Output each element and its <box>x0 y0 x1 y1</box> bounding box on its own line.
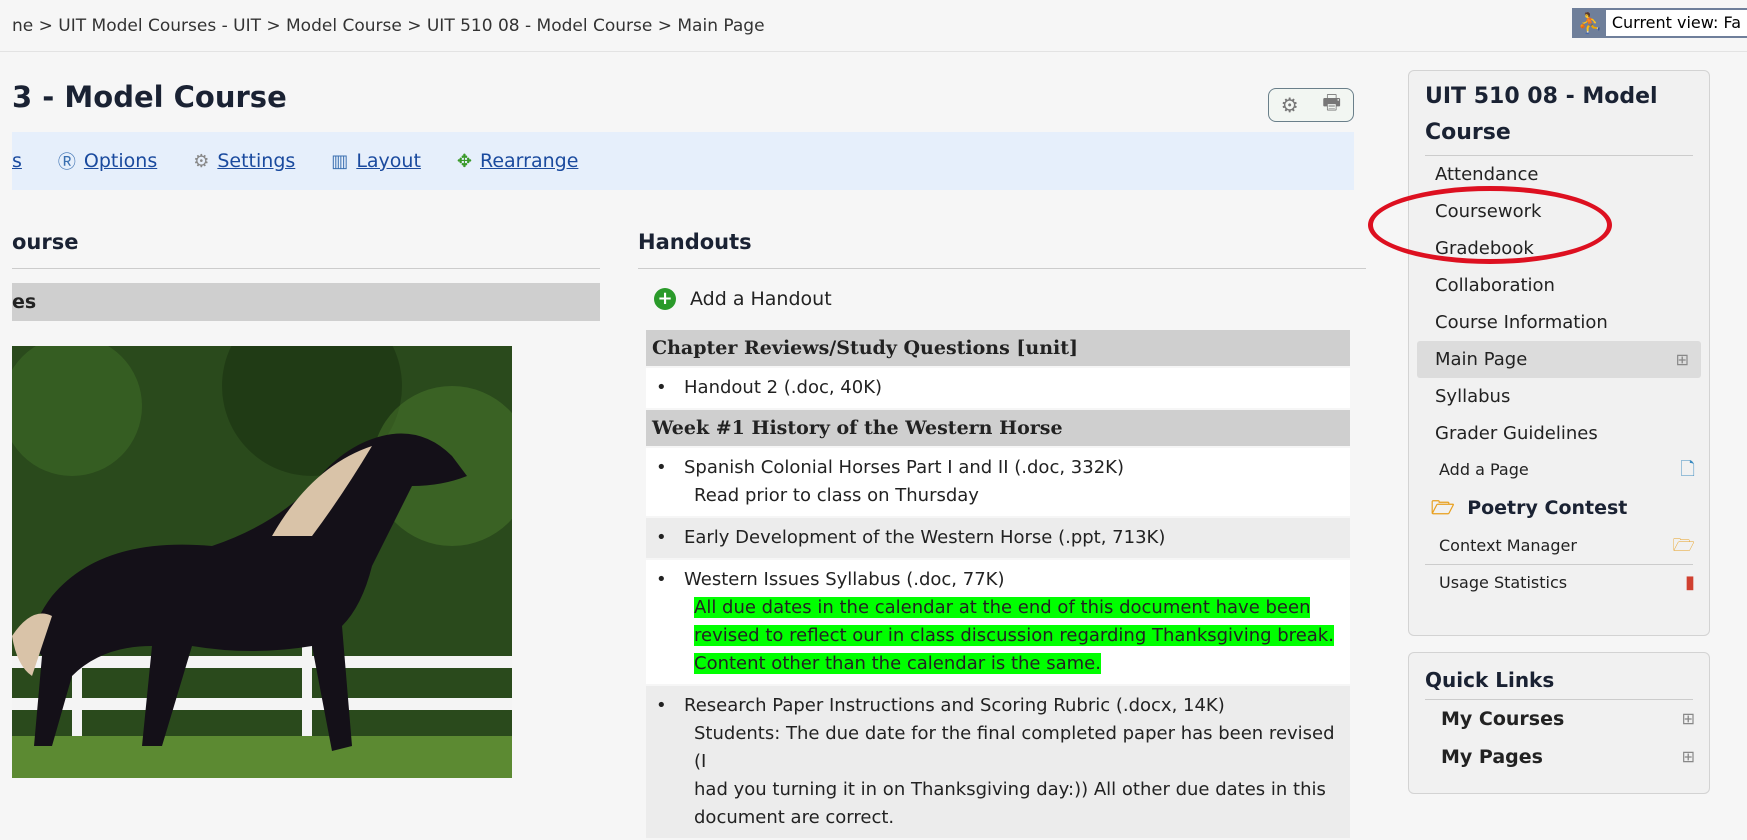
folder-icon: 🗁 <box>1431 497 1455 519</box>
list-item: • Early Development of the Western Horse… <box>646 518 1350 558</box>
handout-link[interactable]: Research Paper Instructions and Scoring … <box>684 692 1342 720</box>
quick-link-label: My Courses <box>1441 708 1565 730</box>
horse-image <box>12 346 512 778</box>
list-item: • Research Paper Instructions and Scorin… <box>646 686 1350 838</box>
expand-icon[interactable]: ⊞ <box>1676 341 1689 378</box>
list-item: • Handout 2 (.doc, 40K) <box>646 368 1350 408</box>
poetry-contest-label: Poetry Contest <box>1467 497 1628 519</box>
context-manager-label: Context Manager <box>1439 536 1577 555</box>
usage-statistics-label: Usage Statistics <box>1439 573 1568 592</box>
annotation-circle <box>1368 186 1612 264</box>
expand-icon[interactable]: ⊞ <box>1682 738 1695 776</box>
layout-link[interactable]: Layout <box>356 150 421 172</box>
bullet: • <box>656 527 667 548</box>
list-item: • Spanish Colonial Horses Part I and II … <box>646 448 1350 516</box>
add-page-icon: 🗋 <box>1680 459 1695 480</box>
course-toolbar: s Ⓡ Options ⚙ Settings ▥ Layout ✥ Rearra… <box>12 132 1354 190</box>
add-handout-label: Add a Handout <box>690 288 832 310</box>
page-title: 3 - Model Course <box>12 80 287 114</box>
bar-chart-icon: ▮ <box>1685 572 1695 593</box>
title-tools: ⚙ 🖶 <box>1268 88 1354 122</box>
sidebar-title: UIT 510 08 - Model Course <box>1425 79 1693 156</box>
current-view-badge[interactable]: ⛹ Current view: Fa <box>1571 8 1747 38</box>
print-icon[interactable]: 🖶 <box>1322 88 1341 122</box>
handout-list: Chapter Reviews/Study Questions [unit] •… <box>646 330 1350 840</box>
people-icon: ⛹ <box>1577 11 1603 35</box>
bullet: • <box>656 695 667 716</box>
quick-link-label: My Pages <box>1441 746 1543 768</box>
bullet: • <box>656 377 667 398</box>
plus-icon: + <box>654 288 676 310</box>
expand-icon[interactable]: ⊞ <box>1682 700 1695 738</box>
highlighted-note: revised to reflect our in class discussi… <box>694 625 1334 646</box>
handout-note: document are correct. <box>694 807 895 828</box>
partial-link[interactable]: s <box>12 150 22 172</box>
highlighted-note: All due dates in the calendar at the end… <box>694 597 1311 618</box>
usage-statistics-link[interactable]: Usage Statistics ▮ <box>1409 565 1709 601</box>
context-manager-link[interactable]: Context Manager 🗁 <box>1409 528 1709 564</box>
handout-note: Students: The due date for the final com… <box>694 723 1335 772</box>
breadcrumb[interactable]: ne > UIT Model Courses - UIT > Model Cou… <box>0 0 1747 52</box>
handout-note: had you turning it in on Thanksgiving da… <box>694 779 1326 800</box>
poetry-contest-link[interactable]: 🗁 Poetry Contest <box>1409 488 1709 528</box>
handout-link[interactable]: Western Issues Syllabus (.doc, 77K) <box>684 566 1342 594</box>
handout-section-header: Chapter Reviews/Study Questions [unit] <box>646 330 1350 366</box>
bullet: • <box>656 569 667 590</box>
toolbar-layout[interactable]: ▥ Layout <box>331 150 421 172</box>
handout-link[interactable]: Spanish Colonial Horses Part I and II (.… <box>684 454 1342 482</box>
current-view-label: Current view: Fa <box>1605 10 1747 36</box>
left-column-bar: es <box>12 283 600 321</box>
list-item: • Western Issues Syllabus (.doc, 77K) Al… <box>646 560 1350 684</box>
quick-link-my-courses[interactable]: My Courses ⊞ <box>1409 700 1709 738</box>
add-page-link[interactable]: Add a Page 🗋 <box>1409 452 1709 488</box>
sidebar-item-collaboration[interactable]: Collaboration <box>1409 267 1709 304</box>
settings-link[interactable]: Settings <box>217 150 295 172</box>
quick-links-panel: Quick Links My Courses ⊞ My Pages ⊞ <box>1408 652 1710 794</box>
add-page-label: Add a Page <box>1439 460 1529 479</box>
quick-links-title: Quick Links <box>1425 661 1693 700</box>
sidebar-item-grader-guidelines[interactable]: Grader Guidelines <box>1409 415 1709 452</box>
handout-link[interactable]: Handout 2 (.doc, 40K) <box>684 377 882 398</box>
bullet: • <box>656 457 667 478</box>
layout-icon: ▥ <box>331 150 349 172</box>
options-icon: Ⓡ <box>57 152 76 173</box>
add-handout-button[interactable]: + Add a Handout <box>654 288 832 310</box>
handout-section-header: Week #1 History of the Western Horse <box>646 410 1350 446</box>
handouts-heading: Handouts <box>638 230 1366 269</box>
toolbar-rearrange[interactable]: ✥ Rearrange <box>457 150 579 172</box>
sidebar-item-label: Main Page <box>1435 349 1528 370</box>
toolbar-options[interactable]: Ⓡ Options <box>58 148 157 174</box>
rearrange-icon: ✥ <box>456 150 472 172</box>
left-column-heading: ourse <box>12 230 600 269</box>
handout-note: Read prior to class on Thursday <box>694 485 979 506</box>
sidebar-item-main-page[interactable]: Main Page ⊞ <box>1417 341 1701 378</box>
sidebar-item-course-information[interactable]: Course Information <box>1409 304 1709 341</box>
gear-icon: ⚙ <box>193 150 210 172</box>
folder-add-icon: 🗁 <box>1672 535 1695 556</box>
highlighted-note: Content other than the calendar is the s… <box>694 653 1101 674</box>
quick-link-my-pages[interactable]: My Pages ⊞ <box>1409 738 1709 776</box>
gear-icon[interactable]: ⚙ <box>1281 93 1299 117</box>
sidebar-item-syllabus[interactable]: Syllabus <box>1409 378 1709 415</box>
toolbar-settings[interactable]: ⚙ Settings <box>193 150 295 172</box>
handout-link[interactable]: Early Development of the Western Horse (… <box>684 527 1165 548</box>
rearrange-link[interactable]: Rearrange <box>480 150 578 172</box>
course-sidebar: UIT 510 08 - Model Course Attendance Cou… <box>1408 70 1710 636</box>
options-link[interactable]: Options <box>84 150 157 172</box>
toolbar-partial-link[interactable]: s <box>12 150 22 172</box>
